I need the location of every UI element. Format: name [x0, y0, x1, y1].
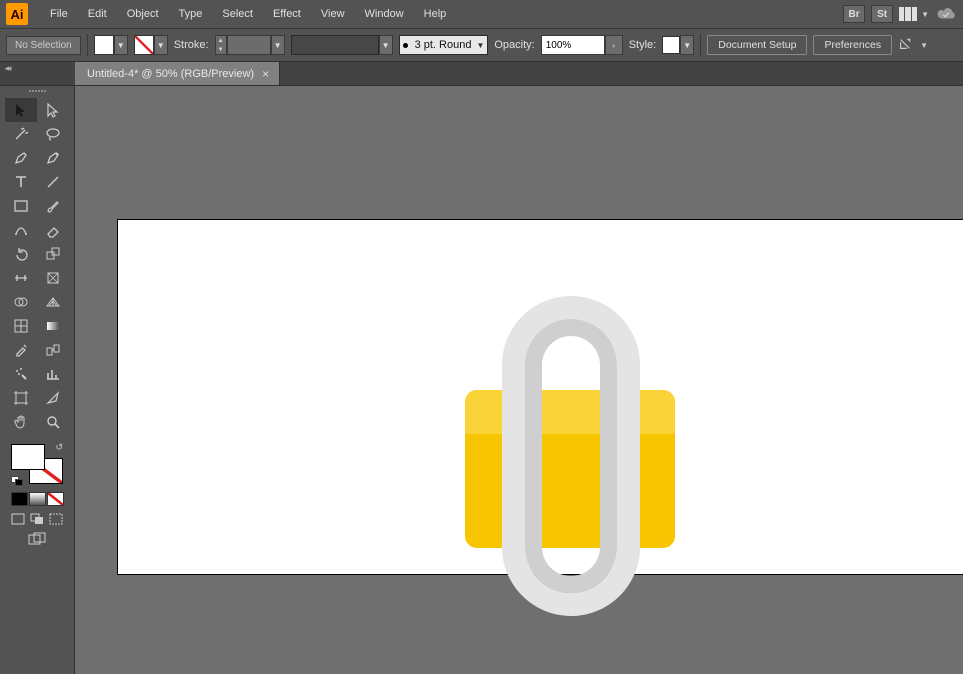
chevron-down-icon[interactable]: ▼: [154, 35, 168, 55]
type-tool[interactable]: [5, 170, 37, 194]
style-swatch[interactable]: [662, 36, 680, 54]
paintbrush-tool[interactable]: [37, 194, 69, 218]
column-graph-tool[interactable]: [37, 362, 69, 386]
menu-file[interactable]: File: [40, 0, 78, 28]
rotate-tool[interactable]: [5, 242, 37, 266]
tools-panel: ↺: [0, 86, 75, 674]
color-mode-none[interactable]: [47, 492, 64, 506]
chevron-down-icon[interactable]: ▼: [271, 35, 285, 55]
draw-mode-row: [10, 512, 65, 526]
stroke-label: Stroke:: [174, 39, 209, 51]
magic-wand-tool[interactable]: [5, 122, 37, 146]
menu-bar: Ai File Edit Object Type Select Effect V…: [0, 0, 963, 28]
menu-view[interactable]: View: [311, 0, 355, 28]
stroke-swatch-group[interactable]: ▼: [134, 35, 168, 55]
vsw-profile[interactable]: ▼: [291, 35, 393, 55]
preferences-button[interactable]: Preferences: [813, 35, 892, 55]
swap-fill-stroke-icon[interactable]: ↺: [55, 442, 63, 453]
menu-effect[interactable]: Effect: [263, 0, 311, 28]
line-tool[interactable]: [37, 170, 69, 194]
scale-tool[interactable]: [37, 242, 69, 266]
fill-color[interactable]: [11, 444, 45, 470]
brush-name: 3 pt. Round: [415, 39, 472, 51]
blend-tool[interactable]: [37, 338, 69, 362]
zoom-tool[interactable]: [37, 410, 69, 434]
chevron-down-icon[interactable]: ▼: [680, 35, 694, 55]
rectangle-tool[interactable]: [5, 194, 37, 218]
stroke-weight[interactable]: ▲▼ ▼: [215, 35, 285, 55]
brush-dot-icon: [403, 43, 408, 48]
document-tab[interactable]: Untitled-4* @ 50% (RGB/Preview) ×: [75, 62, 280, 85]
canvas-area[interactable]: [75, 86, 963, 674]
chevron-down-icon[interactable]: ▼: [920, 41, 928, 50]
draw-behind-icon[interactable]: [29, 512, 46, 526]
shape-builder-tool[interactable]: [5, 290, 37, 314]
default-colors-icon[interactable]: [11, 476, 23, 486]
style-swatch-group[interactable]: ▼: [662, 35, 694, 55]
stepper[interactable]: ▲▼: [215, 35, 227, 55]
menu-type[interactable]: Type: [169, 0, 213, 28]
selection-tool[interactable]: [5, 98, 37, 122]
free-transform-tool[interactable]: [37, 266, 69, 290]
draw-normal-icon[interactable]: [10, 512, 27, 526]
direct-selection-tool[interactable]: [37, 98, 69, 122]
sync-icon[interactable]: [935, 5, 957, 24]
selection-status: No Selection: [6, 36, 81, 55]
menu-help[interactable]: Help: [414, 0, 457, 28]
menu-edit[interactable]: Edit: [78, 0, 117, 28]
opacity-input[interactable]: [541, 35, 605, 55]
panel-collapse-handle[interactable]: ◂◂: [0, 62, 14, 74]
stock-button[interactable]: St: [871, 5, 893, 23]
slice-tool[interactable]: [37, 386, 69, 410]
shaper-tool[interactable]: [5, 218, 37, 242]
chevron-down-icon: ▼: [476, 41, 484, 50]
stroke-swatch[interactable]: [134, 35, 154, 55]
artboard-tool[interactable]: [5, 386, 37, 410]
artwork-clip-shape[interactable]: [502, 296, 640, 616]
panel-grip[interactable]: [17, 90, 57, 96]
document-tab-strip: Untitled-4* @ 50% (RGB/Preview) ×: [0, 62, 963, 86]
symbol-sprayer-tool[interactable]: [5, 362, 37, 386]
pen-tool[interactable]: [5, 146, 37, 170]
align-selection-icon[interactable]: [898, 37, 912, 54]
opacity-flyout[interactable]: ›: [605, 35, 623, 55]
document-title: Untitled-4* @ 50% (RGB/Preview): [87, 68, 254, 80]
style-label: Style:: [629, 39, 657, 51]
chevron-down-icon: ▼: [921, 10, 929, 19]
options-bar: No Selection ▼ ▼ Stroke: ▲▼ ▼ ▼ 3 pt. Ro…: [0, 28, 963, 62]
color-mode-gradient[interactable]: [29, 492, 46, 506]
menu-object[interactable]: Object: [117, 0, 169, 28]
gradient-tool[interactable]: [37, 314, 69, 338]
arrange-documents[interactable]: ▼: [899, 7, 929, 21]
color-mode-solid[interactable]: [11, 492, 28, 506]
menu-select[interactable]: Select: [212, 0, 263, 28]
fill-stroke-control[interactable]: ↺: [9, 442, 65, 486]
chevron-down-icon[interactable]: ▼: [114, 35, 128, 55]
mesh-tool[interactable]: [5, 314, 37, 338]
opacity-field[interactable]: ›: [541, 35, 623, 55]
eraser-tool[interactable]: [37, 218, 69, 242]
curvature-tool[interactable]: [37, 146, 69, 170]
document-setup-button[interactable]: Document Setup: [707, 35, 807, 55]
chevron-down-icon[interactable]: ▼: [379, 35, 393, 55]
fill-swatch-group[interactable]: ▼: [94, 35, 128, 55]
hand-tool[interactable]: [5, 410, 37, 434]
arrange-icon: [899, 7, 917, 21]
app-logo: Ai: [6, 3, 28, 25]
close-icon[interactable]: ×: [262, 67, 269, 81]
width-tool[interactable]: [5, 266, 37, 290]
color-mode-row: [11, 492, 64, 506]
bridge-button[interactable]: Br: [843, 5, 865, 23]
menu-window[interactable]: Window: [355, 0, 414, 28]
eyedropper-tool[interactable]: [5, 338, 37, 362]
fill-swatch[interactable]: [94, 35, 114, 55]
screen-mode-icon[interactable]: [28, 532, 46, 549]
lasso-tool[interactable]: [37, 122, 69, 146]
perspective-grid-tool[interactable]: [37, 290, 69, 314]
opacity-label: Opacity:: [494, 39, 534, 51]
brush-definition[interactable]: 3 pt. Round ▼: [399, 35, 489, 55]
draw-inside-icon[interactable]: [48, 512, 65, 526]
